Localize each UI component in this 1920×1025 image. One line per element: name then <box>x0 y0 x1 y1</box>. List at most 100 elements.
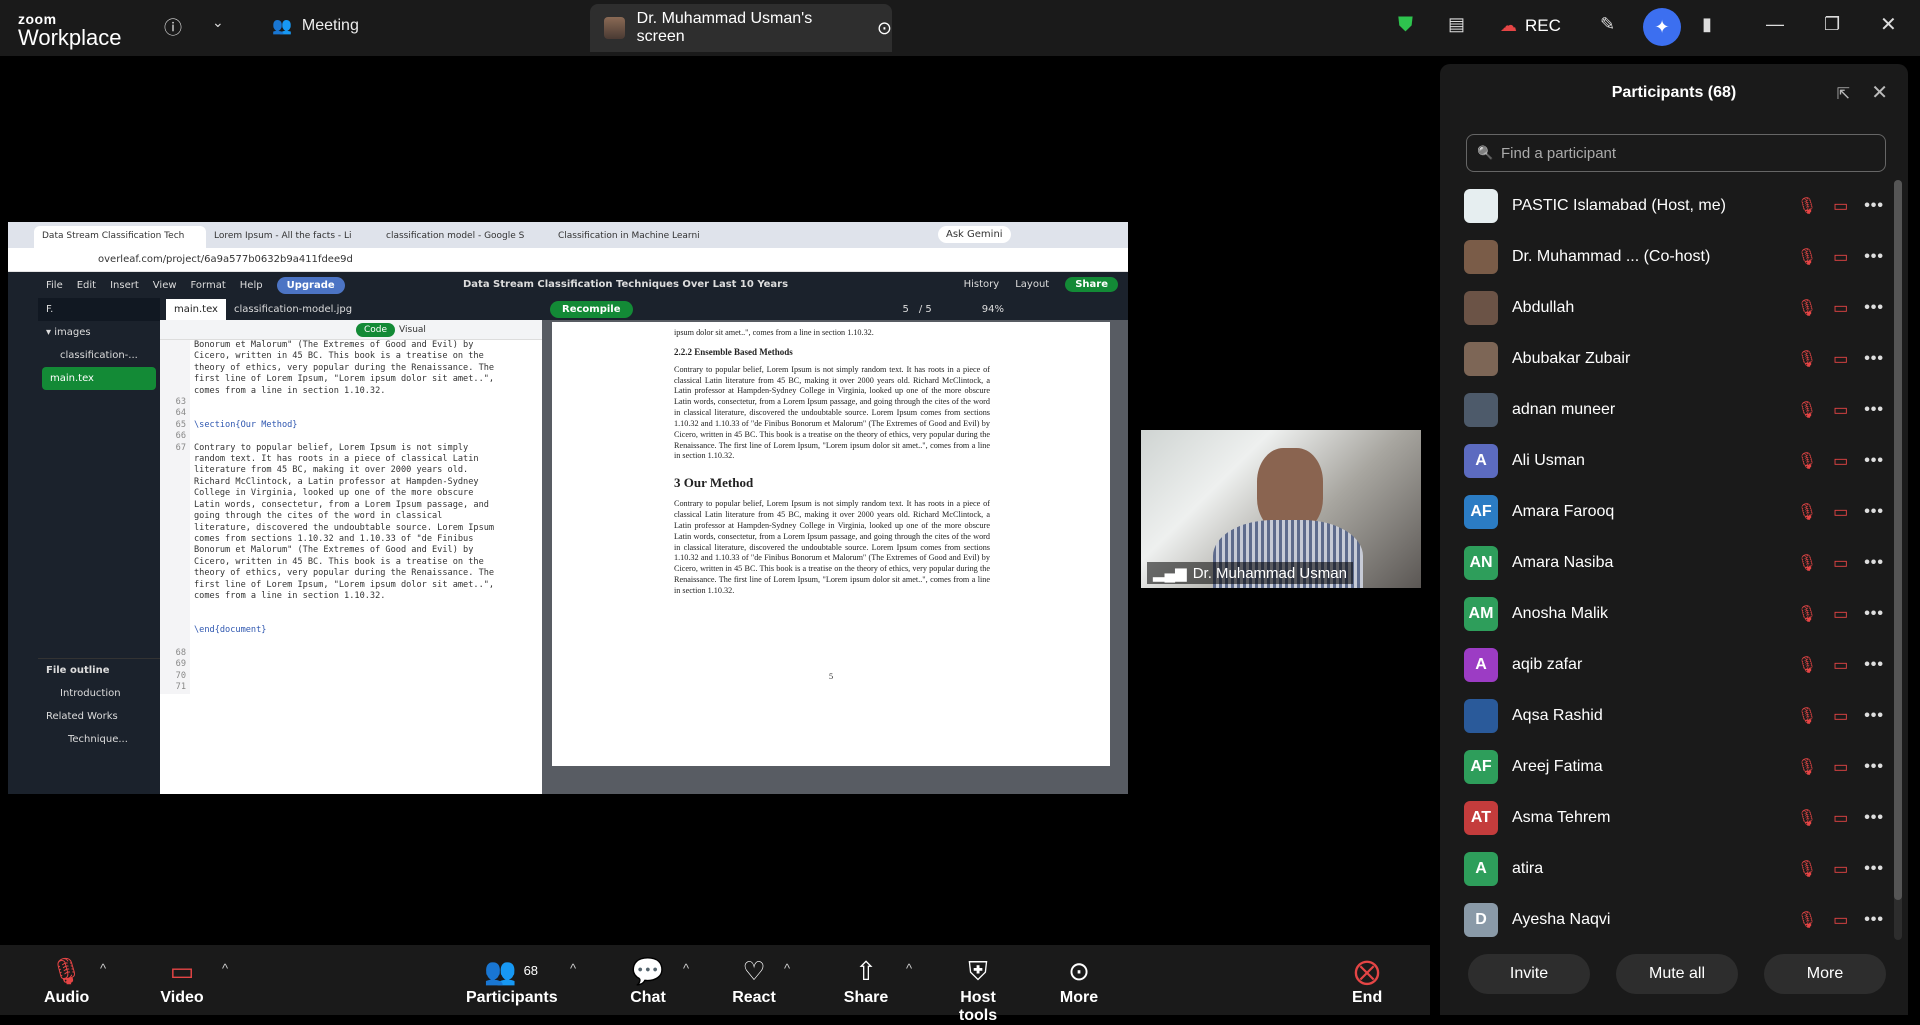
browser-tab[interactable]: Lorem Ipsum - All the facts - Li <box>206 226 378 248</box>
more-toolbar-button[interactable]: ⊙ More <box>1056 953 1102 1007</box>
participant-row[interactable]: AT Asma Tehrem 🎙 ▭ ••• <box>1464 792 1884 843</box>
menu-format[interactable]: Format <box>191 280 226 291</box>
overleaf-share-button[interactable]: Share <box>1065 277 1118 292</box>
code-text[interactable]: Bonorum et Malorum" (The Extremes of Goo… <box>190 340 494 694</box>
history-button[interactable]: History <box>964 279 1000 290</box>
share-screen-button[interactable]: ⇧ Share <box>843 953 889 1007</box>
file-item[interactable]: classification-... <box>38 344 160 367</box>
editor-tab-main-tex[interactable]: main.tex <box>166 298 226 320</box>
participant-row[interactable]: AF Areej Fatima 🎙 ▭ ••• <box>1464 741 1884 792</box>
chevron-down-icon[interactable]: ⌄ <box>212 14 224 31</box>
invite-button[interactable]: Invite <box>1468 954 1590 994</box>
minimize-icon[interactable]: — <box>1766 14 1784 35</box>
participant-row[interactable]: Aaqib zafar 🎙 ▭ ••• <box>1464 639 1884 690</box>
outline-item[interactable]: Introduction <box>38 682 160 705</box>
react-button[interactable]: ♡ React <box>730 953 778 1007</box>
upgrade-button[interactable]: Upgrade <box>276 276 345 294</box>
participant-row[interactable]: D Ayesha Naqvi 🎙 ▭ ••• <box>1464 894 1884 945</box>
mute-all-button[interactable]: Mute all <box>1616 954 1738 994</box>
participant-row[interactable]: AN Amara Nasiba 🎙 ▭ ••• <box>1464 537 1884 588</box>
menu-file[interactable]: File <box>46 280 63 291</box>
more-options-icon[interactable]: ••• <box>1864 758 1884 776</box>
meeting-menu-button[interactable]: 👥 Meeting <box>272 16 359 36</box>
more-options-icon[interactable]: ••• <box>1864 707 1884 725</box>
more-button[interactable]: More <box>1764 954 1886 994</box>
participants-button[interactable]: 👥 68 Participants <box>466 953 558 1007</box>
end-meeting-button[interactable]: ⨂ End <box>1352 953 1382 1007</box>
browser-tab[interactable]: Data Stream Classification Tech <box>34 226 206 248</box>
video-options-caret[interactable]: ^ <box>222 961 228 976</box>
address-bar[interactable]: overleaf.com/project/6a9a577b0632b9a411f… <box>8 248 1128 272</box>
outline-title[interactable]: File outline <box>38 659 160 682</box>
page-number-input[interactable]: 5 <box>903 304 909 315</box>
react-options-caret[interactable]: ^ <box>784 961 790 976</box>
more-options-icon[interactable]: ••• <box>1864 554 1884 572</box>
participant-row[interactable]: AF Amara Farooq 🎙 ▭ ••• <box>1464 486 1884 537</box>
host-tools-button[interactable]: ⛨ Host tools <box>942 953 1014 1025</box>
more-options-icon[interactable]: ••• <box>1864 911 1884 929</box>
pop-out-icon[interactable]: ⇱ <box>1837 84 1850 104</box>
participant-row[interactable]: adnan muneer 🎙 ▭ ••• <box>1464 384 1884 435</box>
more-options-icon[interactable]: ••• <box>1864 197 1884 215</box>
zoom-level[interactable]: 94% <box>982 304 1004 315</box>
more-options-icon[interactable]: ••• <box>1864 401 1884 419</box>
participants-options-caret[interactable]: ^ <box>570 961 576 976</box>
restore-icon[interactable]: ❐ <box>1824 14 1840 35</box>
participant-row[interactable]: Abubakar Zubair 🎙 ▭ ••• <box>1464 333 1884 384</box>
more-options-icon[interactable]: ••• <box>1864 299 1884 317</box>
menu-insert[interactable]: Insert <box>110 280 139 291</box>
search-input[interactable]: Find a participant <box>1466 134 1886 172</box>
audio-options-caret[interactable]: ^ <box>100 961 106 976</box>
editor-tab-image[interactable]: classification-model.jpg <box>234 304 352 315</box>
speaker-video-tile[interactable]: ▂▄▆ Dr. Muhammad Usman <box>1141 430 1421 588</box>
more-options-icon[interactable]: ••• <box>1864 452 1884 470</box>
more-options-icon[interactable]: ⊙ <box>877 18 892 39</box>
file-item-main-tex[interactable]: main.tex <box>42 367 156 390</box>
browser-tab[interactable]: classification model - Google S <box>378 226 550 248</box>
layout-button[interactable]: Layout <box>1015 279 1049 290</box>
menu-help[interactable]: Help <box>240 280 263 291</box>
more-options-icon[interactable]: ••• <box>1864 248 1884 266</box>
scrollbar-thumb[interactable] <box>1894 180 1902 900</box>
close-window-icon[interactable]: ✕ <box>1880 12 1897 37</box>
participant-row[interactable]: AM Anosha Malik 🎙 ▭ ••• <box>1464 588 1884 639</box>
chat-options-caret[interactable]: ^ <box>683 961 689 976</box>
shared-screen-tab[interactable]: Dr. Muhammad Usman's screen ⊙ <box>590 4 892 52</box>
ai-companion-button[interactable]: ✦ <box>1643 8 1681 46</box>
recompile-button[interactable]: Recompile <box>550 300 633 318</box>
more-options-icon[interactable]: ••• <box>1864 605 1884 623</box>
apps-icon[interactable]: ▮ <box>1702 14 1712 35</box>
ask-gemini-button[interactable]: Ask Gemini <box>938 226 1011 243</box>
close-icon[interactable]: ✕ <box>1871 80 1888 105</box>
code-mode-button[interactable]: Code <box>356 322 396 337</box>
participant-row[interactable]: A Ali Usman 🎙 ▭ ••• <box>1464 435 1884 486</box>
chat-button[interactable]: 💬 Chat <box>626 953 670 1007</box>
share-options-caret[interactable]: ^ <box>906 961 912 976</box>
more-options-icon[interactable]: ••• <box>1864 350 1884 368</box>
outline-item[interactable]: Related Works <box>38 705 160 728</box>
info-icon[interactable]: ⓘ <box>164 14 182 40</box>
whiteboard-pen-icon[interactable]: ✎ <box>1600 14 1615 35</box>
outline-item[interactable]: Technique... <box>38 728 160 751</box>
code-editor[interactable]: main.tex classification-model.jpg Code V… <box>160 298 542 794</box>
participant-row[interactable]: PASTIC Islamabad (Host, me) 🎙 ▭ ••• <box>1464 180 1884 231</box>
audio-button[interactable]: 🎙 Audio <box>44 953 89 1007</box>
more-options-icon[interactable]: ••• <box>1864 503 1884 521</box>
folder-images[interactable]: ▾ images <box>38 321 160 344</box>
more-options-icon[interactable]: ••• <box>1864 656 1884 674</box>
more-options-icon[interactable]: ••• <box>1864 809 1884 827</box>
notes-icon[interactable]: ▤ <box>1448 14 1465 35</box>
more-options-icon[interactable]: ••• <box>1864 860 1884 878</box>
participant-row[interactable]: Dr. Muhammad ... (Co-host) 🎙 ▭ ••• <box>1464 231 1884 282</box>
menu-edit[interactable]: Edit <box>77 280 96 291</box>
participant-row[interactable]: Abdullah 🎙 ▭ ••• <box>1464 282 1884 333</box>
browser-tab[interactable]: Classification in Machine Learni <box>550 226 722 248</box>
video-button[interactable]: ▭ Video <box>160 953 204 1007</box>
participant-row[interactable]: Aatira 🎙 ▭ ••• <box>1464 843 1884 894</box>
menu-view[interactable]: View <box>153 280 177 291</box>
visual-mode-button[interactable]: Visual <box>399 325 426 335</box>
record-button[interactable]: ☁ REC <box>1500 16 1561 36</box>
shield-icon[interactable]: ⛊ <box>1398 14 1413 37</box>
scrollbar[interactable] <box>1894 180 1902 940</box>
document-title[interactable]: Data Stream Classification Techniques Ov… <box>463 279 788 290</box>
